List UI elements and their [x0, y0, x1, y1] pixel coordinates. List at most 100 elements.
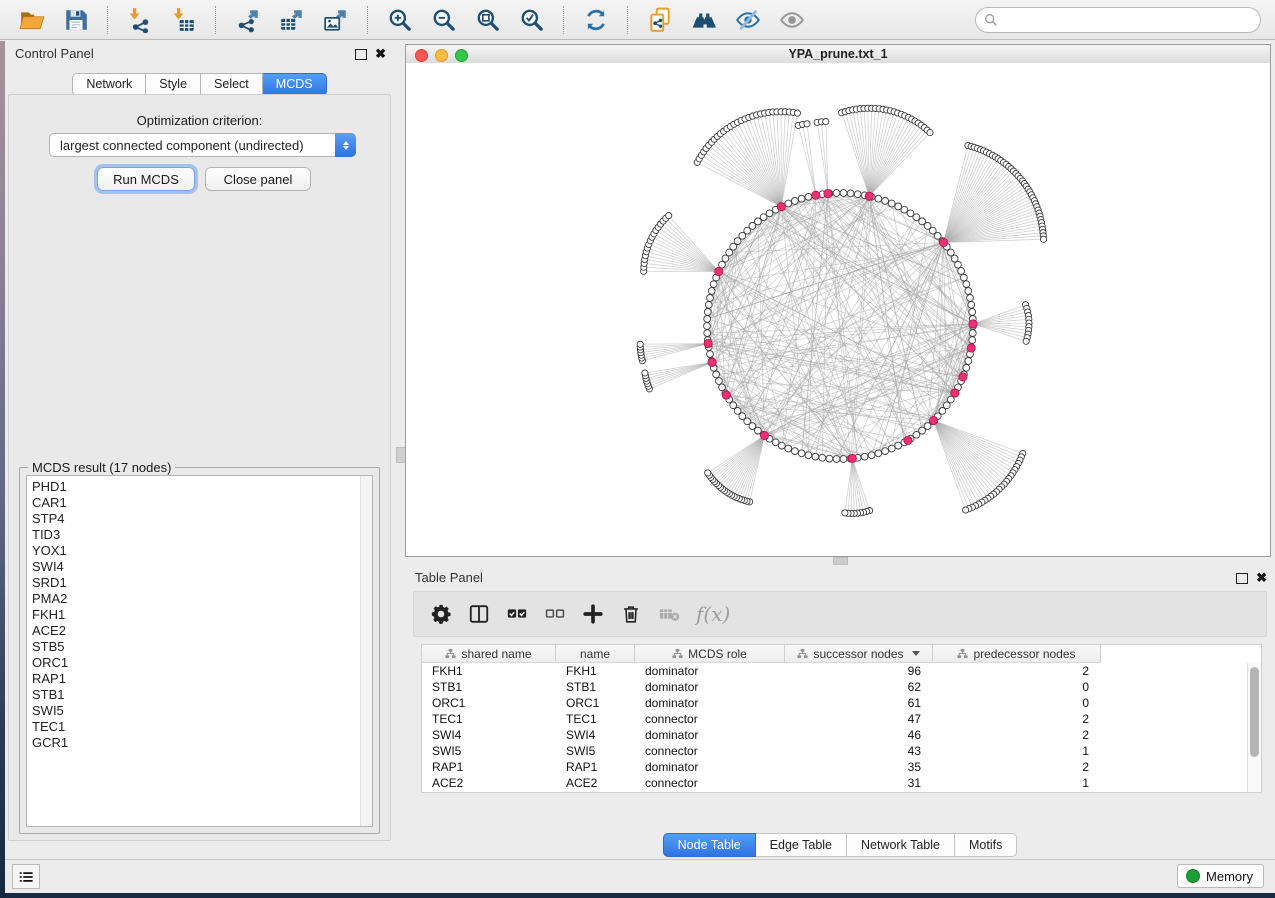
table-row[interactable]: ACE2ACE2connector311: [422, 775, 1261, 791]
gear-icon: [430, 603, 452, 625]
mcds-result-item[interactable]: CAR1: [27, 495, 372, 511]
tab-style[interactable]: Style: [146, 73, 201, 96]
table-cell: dominator: [635, 679, 785, 695]
network-window-titlebar[interactable]: YPA_prune.txt_1: [406, 45, 1270, 64]
mcds-result-item[interactable]: SWI5: [27, 703, 372, 719]
delete-column-button[interactable]: [618, 601, 644, 627]
column-header-MCDS-role[interactable]: MCDS role: [635, 645, 785, 663]
float-panel-button[interactable]: [355, 49, 367, 60]
mcds-result-item[interactable]: FKH1: [27, 607, 372, 623]
optimization-criterion-select[interactable]: largest connected component (undirected): [49, 133, 356, 157]
import-table-button[interactable]: [167, 4, 201, 36]
close-panel-button[interactable]: Close panel: [205, 167, 311, 191]
import-network-button[interactable]: [123, 4, 157, 36]
mcds-result-item[interactable]: GCR1: [27, 735, 372, 751]
new-network-from-selection-button[interactable]: [643, 4, 677, 36]
save-session-button[interactable]: [59, 4, 93, 36]
mcds-result-item[interactable]: ACE2: [27, 623, 372, 639]
show-columns-button[interactable]: [466, 601, 492, 627]
open-file-button[interactable]: [15, 4, 49, 36]
delete-table-button[interactable]: [656, 601, 682, 627]
search-input[interactable]: [998, 10, 1260, 30]
zoom-in-icon: [387, 7, 413, 33]
refresh-layout-button[interactable]: [579, 4, 613, 36]
column-header-name[interactable]: name: [556, 645, 635, 663]
table-settings-button[interactable]: [428, 601, 454, 627]
memory-button[interactable]: Memory: [1177, 864, 1264, 888]
column-header-successor-nodes[interactable]: successor nodes: [785, 645, 933, 663]
tab-mcds[interactable]: MCDS: [263, 73, 327, 96]
table-row[interactable]: FKH1FKH1dominator962: [422, 663, 1261, 679]
close-panel-x-button[interactable]: ✖: [375, 49, 386, 59]
mcds-result-item[interactable]: TID3: [27, 527, 372, 543]
table-row[interactable]: STB1STB1dominator620: [422, 679, 1261, 695]
mcds-list-scrollbar[interactable]: [360, 476, 372, 826]
table-scrollbar[interactable]: [1247, 663, 1261, 792]
add-column-button[interactable]: [580, 601, 606, 627]
minimize-window-traffic-light[interactable]: [435, 49, 448, 62]
table-row[interactable]: RAP1RAP1dominator352: [422, 759, 1261, 775]
zoom-selected-icon: [519, 7, 545, 33]
run-mcds-button[interactable]: Run MCDS: [97, 167, 195, 191]
tab-motifs[interactable]: Motifs: [955, 833, 1017, 857]
hide-selected-button[interactable]: [731, 4, 765, 36]
show-all-button[interactable]: [775, 4, 809, 36]
close-table-panel-button[interactable]: ✖: [1256, 573, 1267, 583]
zoom-fit-button[interactable]: [471, 4, 505, 36]
zoom-in-button[interactable]: [383, 4, 417, 36]
node-table: shared namenameMCDS role successor nodes p…: [421, 644, 1262, 793]
network-canvas[interactable]: [406, 63, 1270, 556]
float-table-panel-button[interactable]: [1236, 573, 1248, 584]
search-box[interactable]: [975, 7, 1261, 33]
task-history-button[interactable]: [12, 864, 40, 889]
mcds-result-item[interactable]: STB5: [27, 639, 372, 655]
column-header-predecessor-nodes[interactable]: predecessor nodes: [933, 645, 1101, 663]
function-builder-button[interactable]: f(x): [696, 602, 730, 626]
mcds-result-item[interactable]: STB1: [27, 687, 372, 703]
table-cell: connector: [635, 791, 785, 793]
network-window-title: YPA_prune.txt_1: [406, 45, 1270, 63]
zoom-window-traffic-light[interactable]: [455, 49, 468, 62]
mcds-result-item[interactable]: TEC1: [27, 719, 372, 735]
column-header-label: successor nodes: [813, 647, 903, 661]
mcds-result-item[interactable]: PHD1: [27, 479, 372, 495]
tab-edge-table[interactable]: Edge Table: [756, 833, 847, 857]
table-scrollbar-thumb[interactable]: [1250, 667, 1259, 757]
select-all-rows-button[interactable]: [504, 601, 530, 627]
zoom-out-button[interactable]: [427, 4, 461, 36]
mcds-result-item[interactable]: PMA2: [27, 591, 372, 607]
zoom-selected-button[interactable]: [515, 4, 549, 36]
mcds-result-item[interactable]: SRD1: [27, 575, 372, 591]
export-image-button[interactable]: [319, 4, 353, 36]
export-network-button[interactable]: [231, 4, 265, 36]
mcds-result-item[interactable]: YOX1: [27, 543, 372, 559]
select-all-icon: [506, 603, 528, 625]
column-header-shared-name[interactable]: shared name: [422, 645, 556, 663]
table-row[interactable]: TEC1TEC1connector472: [422, 711, 1261, 727]
deselect-all-rows-button[interactable]: [542, 601, 568, 627]
show-eye-icon: [779, 7, 805, 33]
mcds-result-item[interactable]: RAP1: [27, 671, 372, 687]
mcds-result-item[interactable]: SWI4: [27, 559, 372, 575]
table-row[interactable]: SWI4SWI4dominator462: [422, 727, 1261, 743]
table-row[interactable]: ORC1ORC1dominator610: [422, 695, 1261, 711]
first-neighbors-button[interactable]: [687, 4, 721, 36]
table-cell: 47: [785, 711, 933, 727]
export-table-button[interactable]: [275, 4, 309, 36]
toolbar-separator: [367, 6, 369, 34]
zoom-out-icon: [431, 7, 457, 33]
tab-network[interactable]: Network: [72, 73, 146, 96]
mcds-result-item[interactable]: STP4: [27, 511, 372, 527]
close-window-traffic-light[interactable]: [415, 49, 428, 62]
table-row[interactable]: SWI5SWI5connector431: [422, 743, 1261, 759]
table-cell: 96: [785, 663, 933, 679]
table-row[interactable]: YOX1YOX1connector291: [422, 791, 1261, 793]
mcds-result-item[interactable]: ORC1: [27, 655, 372, 671]
network-graph[interactable]: [406, 63, 1270, 556]
cytoscape-window: Control Panel ✖ NetworkStyleSelectMCDS O…: [0, 0, 1275, 893]
horizontal-splitter-handle[interactable]: [833, 557, 848, 565]
tab-network-table[interactable]: Network Table: [847, 833, 955, 857]
tab-node-table[interactable]: Node Table: [663, 833, 756, 857]
mcds-result-list[interactable]: PHD1CAR1STP4TID3YOX1SWI4SRD1PMA2FKH1ACE2…: [26, 475, 373, 827]
tab-select[interactable]: Select: [201, 73, 263, 96]
